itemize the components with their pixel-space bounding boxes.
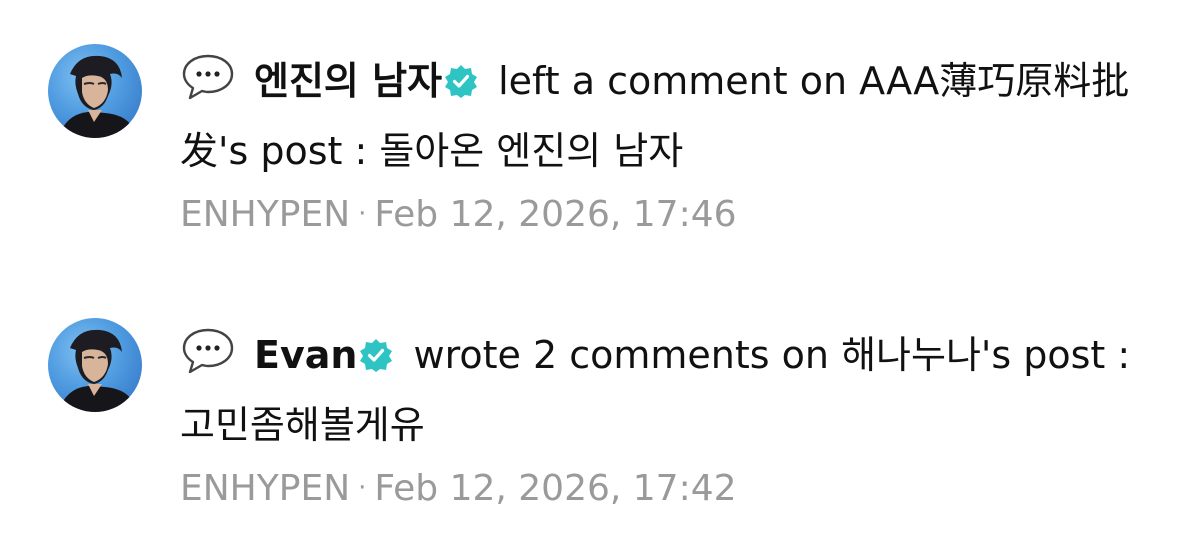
notification-item[interactable]: Evan wrote 2 comments on 해나누나's post : 고… — [0, 274, 1200, 534]
timestamp: Feb 12, 2026, 17:46 — [374, 194, 737, 235]
notification-meta: ENHYPEN · Feb 12, 2026, 17:46 — [180, 186, 737, 243]
avatar-portrait-icon — [58, 55, 138, 138]
avatar[interactable] — [48, 44, 142, 138]
avatar[interactable] — [48, 318, 142, 412]
notification-item[interactable]: 엔진의 남자 left a comment on AAA薄巧原料批发's pos… — [0, 0, 1200, 260]
timestamp: Feb 12, 2026, 17:42 — [374, 468, 737, 509]
verified-badge-icon — [360, 339, 393, 372]
community-name: ENHYPEN — [180, 468, 351, 509]
notification-meta: ENHYPEN · Feb 12, 2026, 17:42 — [180, 460, 737, 517]
username-link[interactable]: 엔진의 남자 — [254, 59, 442, 103]
speech-bubble-icon — [182, 328, 234, 374]
speech-bubble-icon — [182, 54, 234, 100]
notification-text: 엔진의 남자 left a comment on AAA薄巧原料批发's pos… — [180, 46, 1140, 186]
verified-badge-icon — [445, 65, 478, 98]
community-name: ENHYPEN — [180, 194, 351, 235]
meta-separator: · — [358, 199, 367, 229]
meta-separator: · — [358, 473, 367, 503]
notification-text: Evan wrote 2 comments on 해나누나's post : 고… — [180, 320, 1140, 460]
username-link[interactable]: Evan — [254, 333, 357, 377]
avatar-portrait-icon — [58, 329, 138, 412]
